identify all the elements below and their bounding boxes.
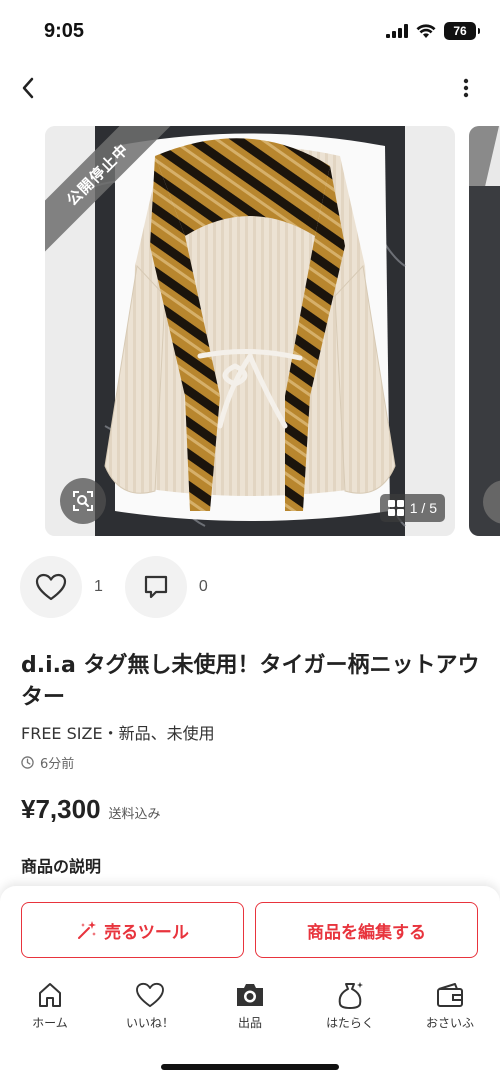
photo-page-text: 1 / 5 (409, 500, 437, 516)
item-size-condition: FREE SIZE・新品、未使用 (21, 724, 215, 743)
home-icon (39, 983, 61, 1007)
money-bag-icon (338, 982, 363, 1009)
tab-sell-label: 出品 (237, 1016, 262, 1030)
shipping-label: 送料込み (108, 807, 161, 822)
comment-icon (144, 575, 168, 599)
magic-wand-icon (78, 921, 97, 939)
signal-icon (386, 24, 408, 38)
more-options-button[interactable] (452, 72, 480, 104)
photo-gallery[interactable]: 公開停止中 1 / 5 (0, 126, 500, 536)
edit-item-label: 商品を編集する (307, 922, 426, 943)
tab-wallet-label: おさいふ (425, 1016, 474, 1030)
engagement-actions: 1 0 (20, 556, 230, 618)
like-button[interactable] (20, 556, 82, 618)
posted-time: 6分前 (21, 753, 74, 772)
grid-icon (387, 500, 404, 516)
tab-work-label: はたらく (326, 1016, 374, 1030)
next-photo-preview[interactable] (469, 126, 500, 536)
wallet-icon (437, 983, 463, 1007)
image-search-icon (73, 491, 93, 511)
tab-wallet[interactable]: おさいふ (400, 980, 500, 1036)
sell-tool-label: 売るツール (104, 922, 189, 943)
bottom-tab-bar: ホーム いいね！ 出品 はたらく おさいふ (0, 980, 500, 1036)
price-row: ¥7,300 送料込み (21, 794, 161, 825)
comment-button[interactable] (124, 556, 187, 618)
edit-item-button[interactable]: 商品を編集する (255, 902, 478, 958)
chevron-left-icon (22, 77, 34, 99)
posted-time-text: 6分前 (40, 757, 75, 772)
vertical-dots-icon (463, 78, 469, 98)
item-price: ¥7,300 (21, 794, 101, 824)
tab-work[interactable]: はたらく (300, 980, 400, 1036)
tab-home[interactable]: ホーム (0, 980, 100, 1036)
tab-likes-label: いいね！ (125, 1016, 174, 1030)
comment-count: 0 (198, 578, 208, 595)
like-count: 1 (94, 578, 103, 595)
camera-icon (237, 984, 263, 1006)
image-search-button[interactable] (60, 478, 106, 524)
status-icons: 76 (386, 22, 480, 40)
bottom-panel: 売るツール 商品を編集する ホーム いいね！ 出品 はたらく おさいふ (0, 886, 500, 1080)
battery-indicator: 76 (444, 22, 480, 40)
next-photo-image (469, 126, 500, 536)
wifi-icon (416, 23, 436, 38)
back-button[interactable] (12, 72, 44, 104)
photo-page-indicator: 1 / 5 (379, 494, 445, 522)
tab-home-label: ホーム (32, 1016, 68, 1030)
status-bar: 9:05 76 (0, 0, 500, 60)
heart-icon (35, 573, 67, 601)
heart-icon (136, 982, 164, 1008)
item-title: d.i.a タグ無し未使用！タイガー柄ニットアウター (21, 653, 480, 710)
tab-sell[interactable]: 出品 (200, 980, 300, 1036)
description-heading: 商品の説明 (21, 857, 102, 876)
item-photo[interactable]: 公開停止中 1 / 5 (45, 126, 455, 536)
tab-likes[interactable]: いいね！ (100, 980, 200, 1036)
top-navigation (0, 66, 500, 110)
sell-tool-button[interactable]: 売るツール (21, 902, 244, 958)
ribbon-text: 公開停止中 (45, 126, 181, 258)
status-ribbon: 公開停止中 (45, 126, 185, 266)
clock-icon (21, 756, 34, 769)
item-detail-screen: 9:05 76 公開停止中 1 / 5 1 0 d.i.a タグ無し未使用！タイ… (0, 0, 500, 1080)
status-time: 9:05 (44, 20, 85, 42)
home-indicator (161, 1064, 339, 1070)
